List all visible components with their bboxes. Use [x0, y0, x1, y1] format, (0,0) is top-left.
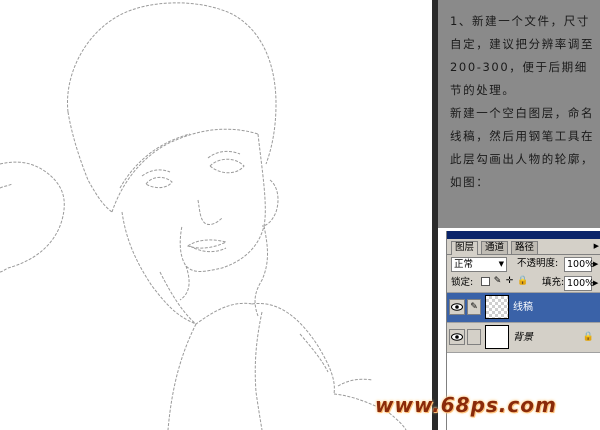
visibility-toggle[interactable]	[449, 299, 465, 315]
instructions-panel: 1、新建一个文件，尺寸自定，建议把分辨率调至200-300，便于后期细节的处理。…	[438, 0, 600, 228]
tab-channels[interactable]: 通道	[481, 241, 509, 254]
opacity-arrow-icon[interactable]: ▶	[593, 260, 598, 268]
palette-titlebar[interactable]	[447, 231, 600, 239]
blend-options-row: 正常 ▼ 不透明度: 100% ▶	[447, 255, 600, 273]
fill-field[interactable]: 100%	[564, 276, 595, 291]
layer-name[interactable]: 线稿	[513, 301, 533, 314]
layer-row-background[interactable]: 背景 🔒	[447, 323, 600, 353]
lock-position-icon[interactable]: ✛	[505, 277, 514, 286]
fill-value: 100%	[567, 278, 595, 289]
chevron-down-icon: ▼	[498, 260, 504, 268]
watermark-logo: www.68ps.com	[375, 393, 557, 417]
eye-icon	[451, 303, 463, 311]
lock-label: 锁定:	[451, 277, 474, 288]
tab-layers[interactable]: 图层	[451, 241, 479, 255]
layer-row-lineart[interactable]: ✎ 线稿	[447, 293, 600, 323]
blend-mode-select[interactable]: 正常 ▼	[451, 257, 507, 272]
blend-mode-value: 正常	[454, 259, 474, 270]
opacity-field[interactable]: 100%	[564, 257, 595, 272]
opacity-label: 不透明度:	[517, 258, 559, 269]
line-art-drawing	[0, 2, 407, 430]
document-canvas[interactable]	[0, 0, 438, 430]
layer-name[interactable]: 背景	[513, 331, 533, 344]
lock-options-row: 锁定: ✎ ✛ 🔒 填充: 100% ▶	[447, 274, 600, 293]
instruction-step-1: 1、新建一个文件，尺寸自定，建议把分辨率调至200-300，便于后期细节的处理。	[450, 14, 595, 97]
lock-pixels-icon[interactable]: ✎	[493, 277, 502, 286]
brush-icon: ✎	[467, 299, 481, 315]
tab-paths[interactable]: 路径	[511, 241, 539, 254]
lock-transparency-icon[interactable]	[481, 277, 490, 286]
lock-all-icon[interactable]: 🔒	[517, 277, 528, 286]
fill-arrow-icon[interactable]: ▶	[593, 279, 598, 287]
palette-tabs: 图层 通道 路径 ▶	[447, 239, 600, 255]
instruction-step-2: 新建一个空白图层，命名线稿，然后用钢笔工具在此层勾画出人物的轮廓，如图：	[450, 106, 595, 189]
visibility-toggle[interactable]	[449, 329, 465, 345]
palette-menu-arrow-icon[interactable]: ▶	[594, 242, 599, 250]
link-slot[interactable]	[467, 329, 481, 345]
layer-thumbnail	[485, 325, 509, 349]
lock-icon: 🔒	[582, 332, 594, 342]
eye-icon	[451, 333, 463, 341]
fill-label: 填充:	[542, 277, 565, 288]
layer-thumbnail	[485, 295, 509, 319]
opacity-value: 100%	[567, 259, 595, 270]
